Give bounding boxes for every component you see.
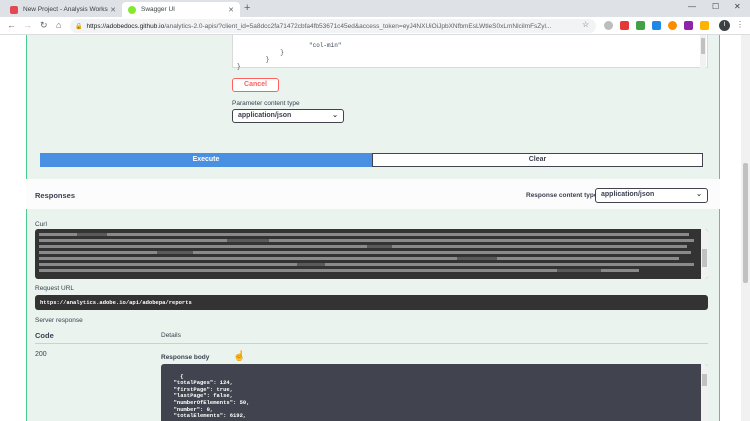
- tab-title: New Project - Analysis Workspace: [23, 6, 108, 13]
- details-column-header: Details: [161, 332, 181, 339]
- page-scrollbar-thumb[interactable]: [743, 163, 748, 283]
- new-tab-icon[interactable]: +: [244, 2, 250, 14]
- swagger-favicon-icon: [128, 5, 136, 14]
- extension-icon[interactable]: [604, 21, 613, 30]
- curl-scrollbar[interactable]: [701, 229, 708, 279]
- adobe-favicon-icon: [10, 5, 18, 14]
- swagger-page: "col-min" } } } Cancel Parameter content…: [0, 35, 741, 421]
- table-divider: [35, 343, 708, 344]
- close-tab-icon[interactable]: ✕: [226, 6, 236, 14]
- browser-tab-swagger-ui[interactable]: Swagger UI ✕: [122, 2, 240, 17]
- extension-icon[interactable]: [620, 21, 629, 30]
- chevron-down-icon: ⌄: [332, 112, 338, 119]
- address-bar[interactable]: 🔒 https://adobedocs.github.io /analytics…: [70, 19, 596, 33]
- clear-button[interactable]: Clear: [372, 153, 703, 167]
- browser-menu-icon[interactable]: ⋮: [736, 20, 744, 29]
- page-scrollbar[interactable]: [741, 35, 750, 421]
- responses-title: Responses: [35, 191, 76, 200]
- status-code: 200: [35, 351, 47, 358]
- request-url-value: https://analytics.adobe.io/api/adobepa/r…: [35, 295, 708, 310]
- browser-tab-analysis-workspace[interactable]: New Project - Analysis Workspace ✕: [4, 2, 122, 17]
- response-body-scrollbar[interactable]: [701, 364, 708, 421]
- url-path: /analytics-2.0-apis/?client_id=5a8dcc2fa…: [164, 22, 552, 30]
- bookmark-star-icon[interactable]: ☆: [582, 20, 589, 29]
- close-window-icon[interactable]: ✕: [734, 2, 741, 11]
- parameter-content-type-label: Parameter content type: [232, 100, 300, 107]
- select-value: application/json: [601, 191, 655, 198]
- profile-avatar[interactable]: I: [719, 20, 730, 31]
- browser-tab-strip: New Project - Analysis Workspace ✕ Swagg…: [0, 0, 750, 17]
- select-value: application/json: [238, 112, 292, 119]
- extension-icon[interactable]: [652, 21, 661, 30]
- response-body-box[interactable]: { "totalPages": 124, "firstPage": true, …: [161, 364, 708, 421]
- code-column-header: Code: [35, 331, 54, 340]
- request-url-label: Request URL: [35, 285, 75, 292]
- request-body-editor[interactable]: "col-min" } } }: [232, 35, 708, 70]
- tab-title: Swagger UI: [141, 6, 175, 13]
- extension-icon[interactable]: [684, 21, 693, 30]
- server-response-label: Server response: [35, 317, 83, 324]
- chevron-down-icon: ⌄: [696, 191, 702, 198]
- forward-icon[interactable]: →: [23, 20, 32, 30]
- reload-icon[interactable]: ↻: [40, 20, 48, 31]
- extension-icon[interactable]: [668, 21, 677, 30]
- editor-scrollbar[interactable]: [700, 35, 706, 68]
- curl-label: Curl: [35, 221, 47, 228]
- parameter-content-type-select[interactable]: application/json ⌄: [232, 109, 344, 123]
- cancel-button[interactable]: Cancel: [232, 78, 279, 92]
- response-body-label: Response body: [161, 354, 210, 361]
- response-content-type-label: Response content type: [526, 192, 598, 199]
- maximize-icon[interactable]: ☐: [712, 2, 719, 11]
- curl-command-text-blurred: [39, 233, 694, 272]
- execute-button[interactable]: Execute: [40, 153, 372, 167]
- browser-toolbar: ← → ↻ ⌂ 🔒 https://adobedocs.github.io /a…: [0, 17, 750, 35]
- curl-command-box[interactable]: [35, 229, 708, 279]
- extension-icon[interactable]: [700, 21, 709, 30]
- response-body-text: { "totalPages": 124, "firstPage": true, …: [173, 372, 250, 420]
- request-body-text: "col-min" } } }: [237, 42, 342, 70]
- extension-icon[interactable]: [636, 21, 645, 30]
- minimize-icon[interactable]: —: [688, 2, 696, 11]
- url-host: https://adobedocs.github.io: [86, 22, 165, 30]
- back-icon[interactable]: ←: [7, 20, 16, 30]
- home-icon[interactable]: ⌂: [56, 20, 61, 30]
- mouse-cursor-icon: ☝: [233, 351, 246, 362]
- lock-icon: 🔒: [75, 23, 83, 30]
- response-content-type-select[interactable]: application/json ⌄: [595, 188, 708, 203]
- close-tab-icon[interactable]: ✕: [108, 6, 118, 14]
